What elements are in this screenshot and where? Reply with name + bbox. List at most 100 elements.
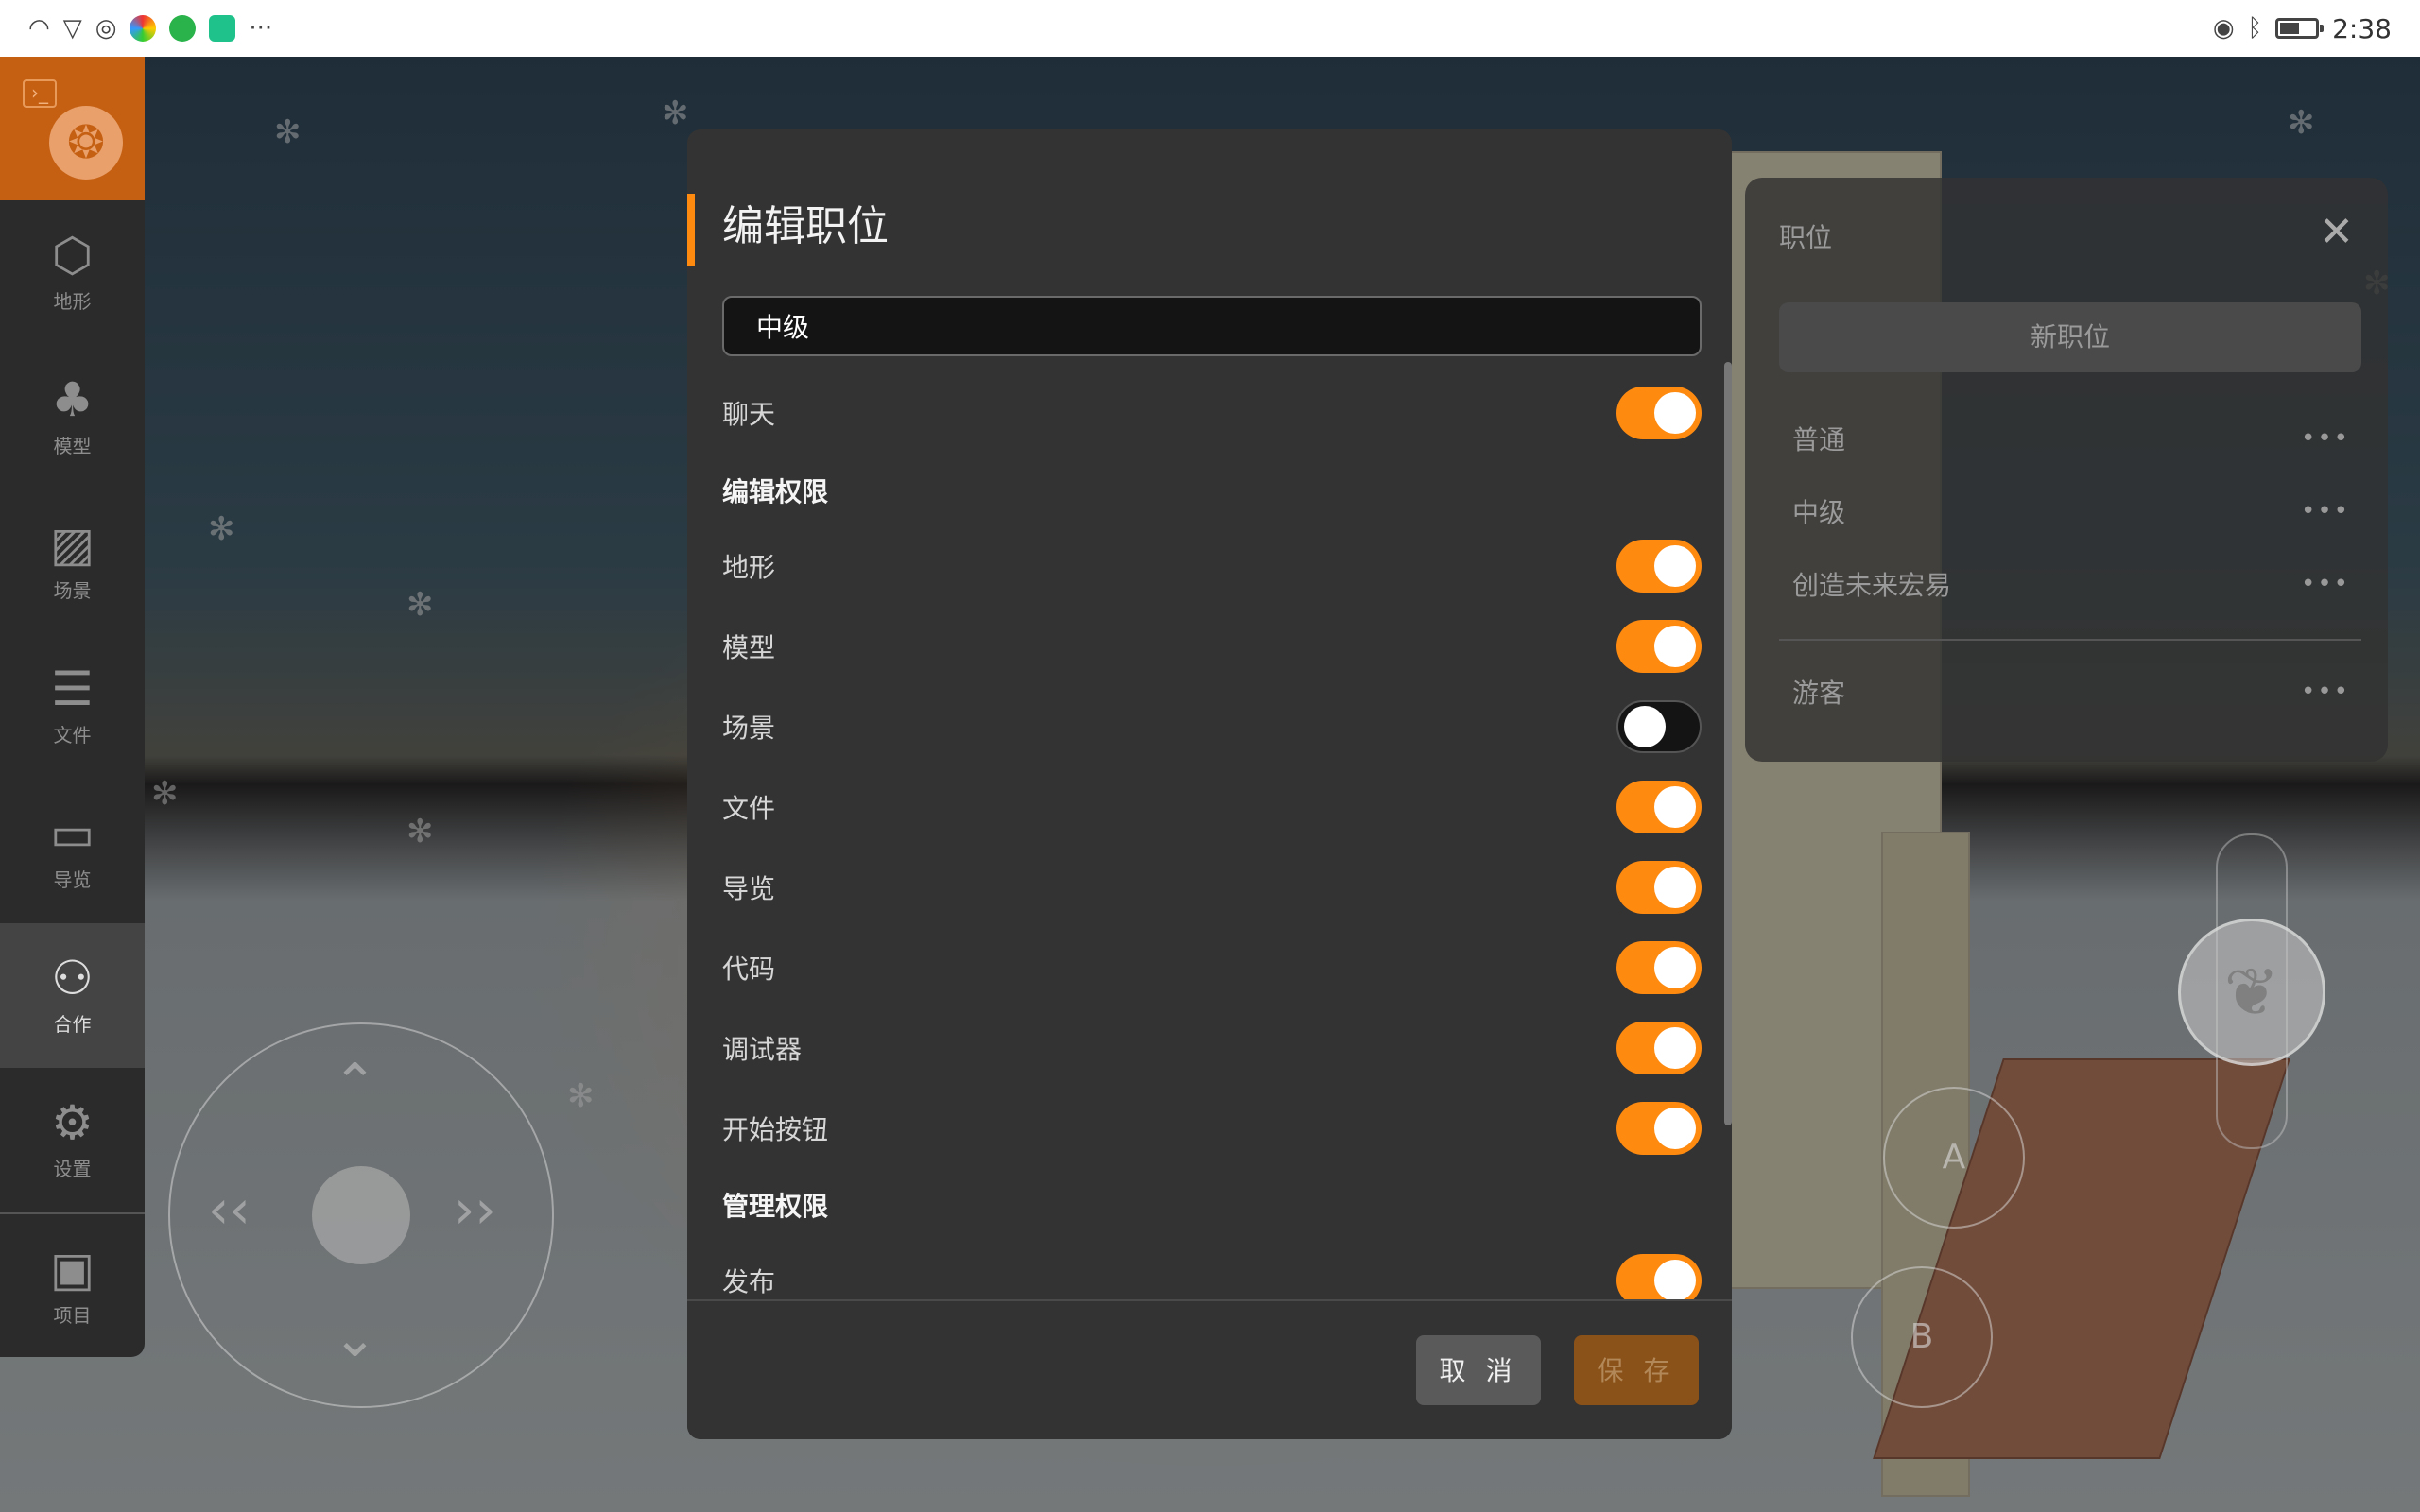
sidebar-item-settings[interactable]: ⚙ 设置 bbox=[0, 1068, 145, 1212]
toggle-switch[interactable] bbox=[1616, 1022, 1702, 1074]
movement-joystick[interactable]: ⌃ ⌄ ‹‹ ›› bbox=[168, 1022, 554, 1408]
role-name: 普通 bbox=[1792, 424, 1846, 455]
role-item[interactable]: 创造未来宏易 ••• bbox=[1792, 565, 2350, 603]
toggle-knob bbox=[1654, 1027, 1696, 1069]
sidebar-item-label: 项目 bbox=[53, 1304, 92, 1327]
fly-button[interactable]: ❦ bbox=[2178, 919, 2325, 1066]
permission-label: 发布 bbox=[722, 1266, 776, 1297]
sidebar-item-project[interactable]: ▣ 项目 bbox=[0, 1214, 145, 1357]
sidebar-item-label: 场景 bbox=[53, 579, 92, 602]
permission-label: 场景 bbox=[722, 713, 776, 744]
toggle-switch[interactable] bbox=[1616, 700, 1702, 753]
permission-label: 导览 bbox=[722, 873, 776, 904]
sidebar-item-model[interactable]: ♣ 模型 bbox=[0, 345, 145, 490]
more-options-icon[interactable]: ••• bbox=[2301, 570, 2350, 598]
more-notifications-icon: ··· bbox=[249, 14, 273, 43]
joystick-knob[interactable] bbox=[312, 1166, 410, 1264]
permission-row-chat: 聊天 bbox=[722, 385, 1702, 441]
toggle-knob bbox=[1654, 947, 1696, 988]
gear-icon: ⚙ bbox=[51, 1095, 94, 1150]
permission-label: 代码 bbox=[722, 954, 776, 985]
app-icon-green bbox=[169, 15, 197, 42]
app-icon-shield bbox=[209, 15, 236, 42]
role-item[interactable]: 中级 ••• bbox=[1792, 492, 2350, 530]
status-left-icons: ◠ ▽ ◎ ··· bbox=[28, 15, 272, 42]
role-item[interactable]: 普通 ••• bbox=[1792, 420, 2350, 457]
permission-row-tour: 导览 bbox=[722, 859, 1702, 916]
section-edit-permissions: 编辑权限 bbox=[722, 476, 829, 507]
shield-icon: ▽ bbox=[62, 14, 82, 43]
arrow-left-icon: ‹‹ bbox=[208, 1179, 251, 1241]
status-bar: ◠ ▽ ◎ ··· ◉ ᛒ 2:38 bbox=[0, 0, 2420, 57]
toggle-switch[interactable] bbox=[1616, 1102, 1702, 1155]
roles-panel: 职位 ✕ 新职位 普通 ••• 中级 ••• 创造未来宏易 ••• 游客 ••• bbox=[1745, 178, 2388, 762]
section-manage-permissions: 管理权限 bbox=[722, 1191, 829, 1222]
dialog-footer: 取 消 保 存 bbox=[687, 1299, 1732, 1439]
clock: 2:38 bbox=[2332, 12, 2392, 44]
permission-label: 文件 bbox=[722, 793, 776, 824]
save-button[interactable]: 保 存 bbox=[1574, 1335, 1699, 1405]
toggle-knob bbox=[1654, 1108, 1696, 1149]
sidebar-item-collaborate[interactable]: ⚇ 合作 bbox=[0, 923, 145, 1068]
roles-panel-title: 职位 bbox=[1779, 222, 1833, 253]
status-right-icons: ◉ ᛒ 2:38 bbox=[2213, 13, 2392, 44]
sidebar-item-scene[interactable]: ▨ 场景 bbox=[0, 490, 145, 634]
more-options-icon[interactable]: ••• bbox=[2301, 678, 2350, 706]
role-name-input[interactable] bbox=[722, 296, 1702, 356]
role-name: 游客 bbox=[1792, 678, 1846, 709]
toggle-knob bbox=[1654, 545, 1696, 587]
more-options-icon[interactable]: ••• bbox=[2301, 497, 2350, 525]
sidebar-item-label: 文件 bbox=[53, 724, 92, 747]
action-button-b[interactable]: B bbox=[1851, 1266, 1993, 1408]
sidebar-item-tour[interactable]: ▭ 导览 bbox=[0, 779, 145, 923]
scrollbar[interactable] bbox=[1724, 362, 1732, 1125]
permission-row-scene: 场景 bbox=[722, 698, 1702, 755]
image-icon: ▨ bbox=[49, 517, 95, 572]
arrow-right-icon: ›› bbox=[454, 1179, 496, 1241]
project-avatar-icon: ▣ bbox=[49, 1242, 95, 1297]
sidebar-item-label: 合作 bbox=[53, 1013, 92, 1036]
bluetooth-icon: ᛒ bbox=[2247, 14, 2263, 43]
toggle-knob bbox=[1654, 786, 1696, 828]
app-logo[interactable]: ❂ bbox=[49, 106, 123, 180]
terminal-icon[interactable]: ›_ bbox=[23, 79, 57, 108]
permission-label: 地形 bbox=[722, 552, 776, 583]
wifi-icon: ◠ bbox=[28, 14, 50, 43]
cancel-button[interactable]: 取 消 bbox=[1416, 1335, 1541, 1405]
toggle-switch[interactable] bbox=[1616, 540, 1702, 593]
users-icon: ⚇ bbox=[51, 951, 94, 1005]
toggle-switch[interactable] bbox=[1616, 861, 1702, 914]
role-name: 创造未来宏易 bbox=[1792, 570, 1952, 601]
toggle-switch[interactable] bbox=[1616, 781, 1702, 833]
sidebar-item-files[interactable]: ☰ 文件 bbox=[0, 634, 145, 779]
battery-icon bbox=[2275, 18, 2325, 39]
title-accent-bar bbox=[687, 194, 695, 266]
feather-icon: ❦ bbox=[2223, 954, 2280, 1031]
permission-label: 模型 bbox=[722, 632, 776, 663]
close-icon[interactable]: ✕ bbox=[2319, 212, 2354, 253]
arrow-down-icon: ⌄ bbox=[333, 1308, 377, 1369]
toggle-knob bbox=[1654, 392, 1696, 434]
file-list-icon: ☰ bbox=[51, 662, 94, 716]
role-item-guest[interactable]: 游客 ••• bbox=[1792, 673, 2350, 711]
dialog-title: 编辑职位 bbox=[722, 202, 889, 250]
permission-label: 调试器 bbox=[722, 1034, 803, 1065]
permission-row-debugger: 调试器 bbox=[722, 1020, 1702, 1076]
toggle-switch[interactable] bbox=[1616, 387, 1702, 439]
sidebar-item-label: 设置 bbox=[53, 1158, 92, 1180]
sidebar-header: ›_ ❂ bbox=[0, 57, 145, 200]
toggle-switch[interactable] bbox=[1616, 941, 1702, 994]
toggle-knob bbox=[1624, 706, 1666, 747]
sidebar-item-label: 模型 bbox=[53, 435, 92, 457]
permission-row-model: 模型 bbox=[722, 618, 1702, 675]
new-role-button[interactable]: 新职位 bbox=[1779, 302, 2361, 372]
toggle-switch[interactable] bbox=[1616, 620, 1702, 673]
permission-row-files: 文件 bbox=[722, 779, 1702, 835]
permission-row-terrain: 地形 bbox=[722, 538, 1702, 594]
permission-row-start-button: 开始按钮 bbox=[722, 1100, 1702, 1157]
action-button-a[interactable]: A bbox=[1883, 1087, 2025, 1228]
sidebar-item-terrain[interactable]: ⬡ 地形 bbox=[0, 200, 145, 345]
more-options-icon[interactable]: ••• bbox=[2301, 424, 2350, 453]
cube-icon: ⬡ bbox=[51, 228, 94, 283]
toggle-knob bbox=[1654, 1260, 1696, 1301]
